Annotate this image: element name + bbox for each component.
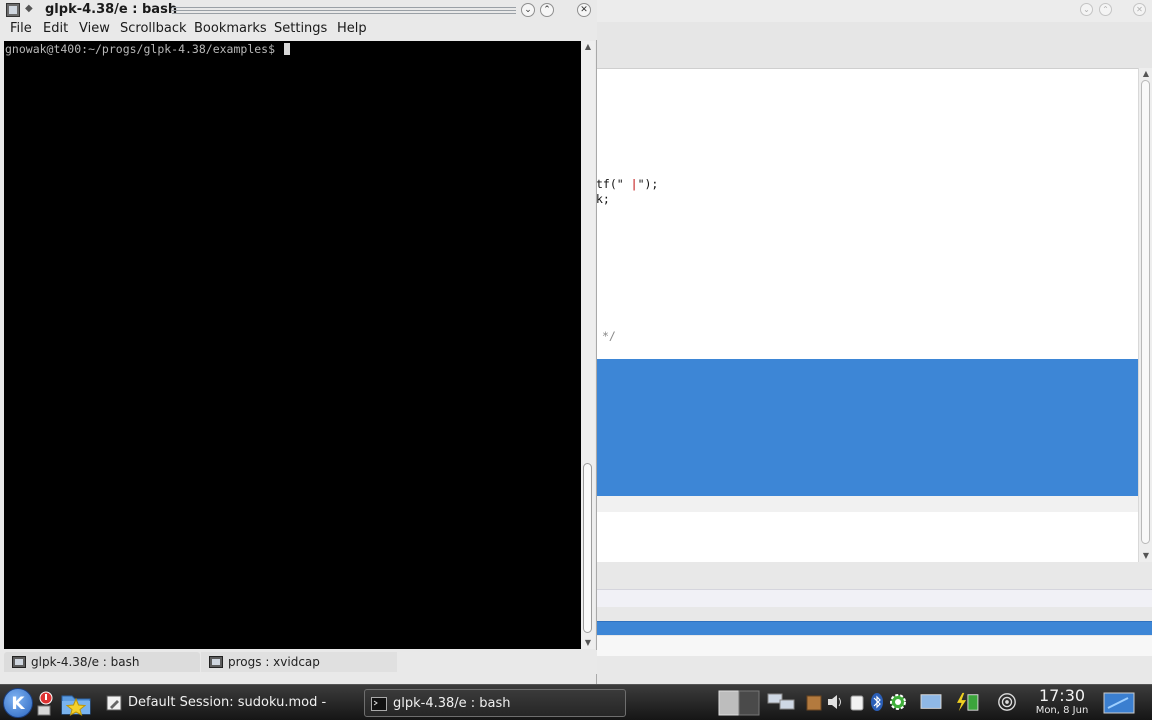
close-button[interactable]: ✕: [577, 3, 591, 17]
system-monitor-icon[interactable]: [35, 690, 57, 716]
device-notifier-icon[interactable]: [848, 692, 866, 712]
kate-search-bar: [596, 589, 1152, 607]
kate-toolbar: [596, 22, 1152, 68]
code-comment-end: */: [602, 329, 616, 343]
code-printf-post: ");: [637, 177, 659, 191]
klipper-clipboard-icon[interactable]: [804, 692, 824, 712]
code-line-printf: tf(" |");: [596, 177, 658, 191]
battery-power-icon[interactable]: [952, 692, 982, 712]
code-printf-pre: tf(": [596, 177, 624, 191]
clock-time[interactable]: 17:30: [1030, 686, 1094, 705]
screen-display-icon[interactable]: [918, 692, 944, 712]
taskbar-panel: K Default Session: sudoku.mod - Kate glp…: [0, 684, 1152, 720]
text-cursor: [283, 43, 290, 55]
kate-editor[interactable]: tf(" |"); k; */: [596, 68, 1138, 562]
terminal-scroll-up-icon[interactable]: ▲: [581, 41, 595, 53]
konsole-titlebar[interactable]: ◆ glpk-4.38/e : bash ⌄ ⌃ ✕: [0, 0, 597, 20]
task-konsole[interactable]: glpk-4.38/e : bash: [364, 689, 626, 717]
kde-menu-icon[interactable]: K: [3, 688, 33, 718]
tab-xvidcap[interactable]: progs : xvidcap: [201, 652, 397, 672]
menu-view[interactable]: View: [79, 21, 110, 36]
tab-bash-label: glpk-4.38/e : bash: [31, 655, 140, 669]
task-kate[interactable]: Default Session: sudoku.mod - Kate: [100, 689, 358, 717]
terminal-tab-icon: [12, 656, 26, 668]
tab-bash[interactable]: glpk-4.38/e : bash: [4, 652, 200, 672]
shell-prompt: gnowak@t400:~/progs/glpk-4.38/examples$: [5, 42, 276, 56]
scroll-down-arrow-icon[interactable]: ▼: [1139, 550, 1152, 562]
menu-edit[interactable]: Edit: [43, 21, 68, 36]
task-konsole-label: glpk-4.38/e : bash: [393, 696, 511, 711]
desktop-pager-icon[interactable]: [718, 689, 760, 717]
window-title: glpk-4.38/e : bash: [45, 2, 178, 17]
terminal-tab-icon: [209, 656, 223, 668]
kate-selected-row[interactable]: [596, 621, 1152, 635]
titlebar-grip: [172, 7, 516, 14]
shell-prompt-line: gnowak@t400:~/progs/glpk-4.38/examples$: [5, 42, 290, 56]
current-line-highlight: [596, 496, 1138, 512]
volume-icon[interactable]: [826, 692, 846, 712]
folder-icon[interactable]: [60, 690, 92, 716]
terminal-scroll-down-icon[interactable]: ▼: [581, 637, 595, 649]
task-kate-label: Default Session: sudoku.mod - Kate: [128, 695, 327, 710]
menu-file[interactable]: File: [10, 21, 32, 36]
terminal-icon: [371, 697, 387, 711]
bluetooth-icon[interactable]: [869, 692, 885, 712]
tab-xvidcap-label: progs : xvidcap: [228, 655, 320, 669]
kate-window[interactable]: ⌄ ⌃ ✕ tf(" |"); k; */ ▲ ▼: [596, 0, 1152, 684]
menu-settings[interactable]: Settings: [274, 21, 327, 36]
kate-minimize-button[interactable]: ⌄: [1080, 3, 1093, 16]
menu-bookmarks[interactable]: Bookmarks: [194, 21, 267, 36]
terminal-scroll-thumb[interactable]: [583, 463, 592, 633]
code-printf-string: |: [623, 177, 638, 191]
show-desktop-icon[interactable]: [1102, 690, 1136, 716]
settings-gear-icon[interactable]: [888, 692, 908, 712]
kate-editor-icon: [106, 695, 122, 711]
kate-vertical-scrollbar[interactable]: ▲ ▼: [1138, 68, 1152, 562]
clock-date[interactable]: Mon, 8 Jun: [1026, 705, 1098, 716]
terminal-area[interactable]: gnowak@t400:~/progs/glpk-4.38/examples$: [4, 41, 581, 649]
minimize-button[interactable]: ⌄: [521, 3, 535, 17]
code-line-break: k;: [596, 192, 610, 206]
terminal-scrollbar[interactable]: ▲ ▼: [581, 41, 595, 649]
kate-close-button[interactable]: ✕: [1133, 3, 1146, 16]
kate-status-bar: [596, 636, 1152, 656]
terminal-app-icon[interactable]: [6, 3, 20, 17]
konsole-window[interactable]: ◆ glpk-4.38/e : bash ⌄ ⌃ ✕ File Edit Vie…: [0, 0, 597, 684]
menu-scrollback[interactable]: Scrollback: [120, 21, 187, 36]
text-selection: [596, 359, 1138, 496]
kate-scroll-thumb[interactable]: [1141, 80, 1150, 544]
session-tab-bar: glpk-4.38/e : bash progs : xvidcap: [0, 650, 597, 674]
maximize-button[interactable]: ⌃: [540, 3, 554, 17]
menu-help[interactable]: Help: [337, 21, 367, 36]
pin-icon[interactable]: ◆: [25, 3, 33, 14]
scroll-up-arrow-icon[interactable]: ▲: [1139, 68, 1152, 80]
wireless-signal-icon[interactable]: [994, 692, 1020, 712]
desktop: ⌄ ⌃ ✕ tf(" |"); k; */ ▲ ▼ ◆ glpk-4.38/e …: [0, 0, 1152, 720]
network-icon[interactable]: [766, 692, 798, 712]
kate-maximize-button[interactable]: ⌃: [1099, 3, 1112, 16]
kate-titlebar[interactable]: ⌄ ⌃ ✕: [596, 0, 1152, 22]
menubar: File Edit View Scrollback Bookmarks Sett…: [0, 20, 597, 40]
